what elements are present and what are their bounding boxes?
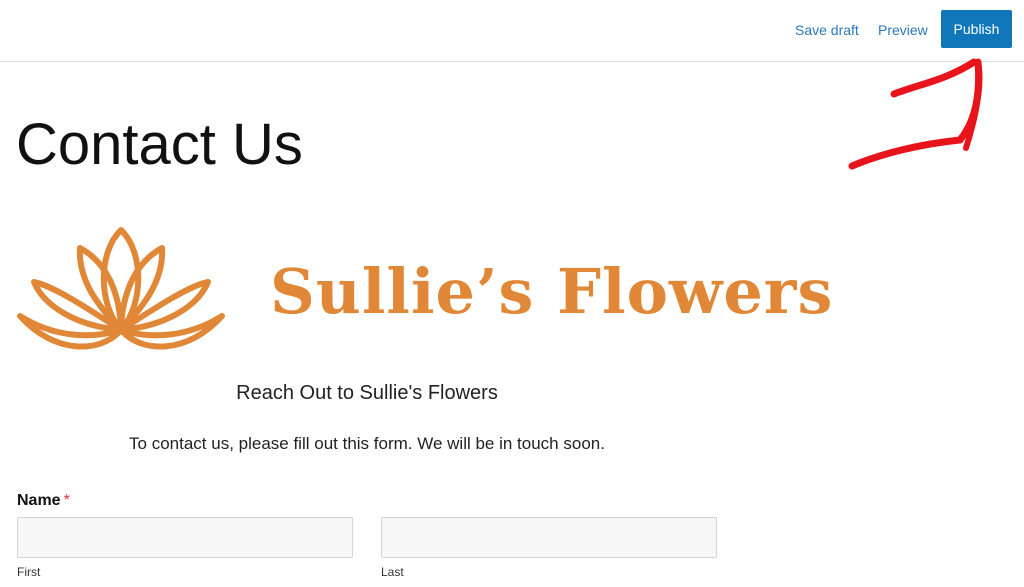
first-name-input[interactable] <box>17 517 353 558</box>
lotus-icon <box>17 227 225 350</box>
form-description: To contact us, please fill out this form… <box>129 434 605 453</box>
last-name-sublabel: Last <box>381 565 404 579</box>
last-name-input[interactable] <box>381 517 717 558</box>
required-marker: * <box>63 492 70 509</box>
name-label-text: Name <box>17 492 61 509</box>
save-draft-button[interactable]: Save draft <box>795 22 859 38</box>
hand-drawn-arrow-icon <box>848 58 983 170</box>
brand-name: Sullie’s Flowers <box>270 255 834 328</box>
name-field-label: Name * <box>17 492 70 510</box>
publish-button[interactable]: Publish <box>941 10 1012 48</box>
page-title: Contact Us <box>16 112 303 177</box>
first-name-sublabel: First <box>17 565 41 579</box>
form-heading: Reach Out to Sullie's Flowers <box>236 382 498 404</box>
preview-button[interactable]: Preview <box>878 22 928 38</box>
